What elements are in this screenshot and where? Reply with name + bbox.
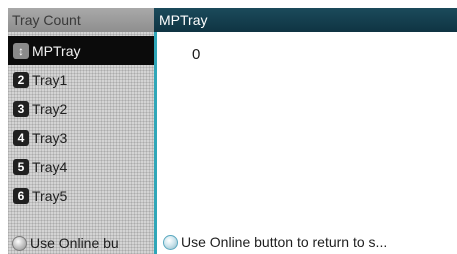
tray-item-label: MPTray xyxy=(32,42,81,59)
up-down-arrow-icon: ↕ xyxy=(13,42,29,59)
panel-title: MPTray xyxy=(154,8,457,32)
tray-list: Tray Count ↕ MPTray 2 Tray1 3 Tray2 4 Tr… xyxy=(8,8,154,254)
tray-item-tray1[interactable]: 2 Tray1 xyxy=(8,65,154,94)
tray-detail-panel: MPTray 0 Use Online button to return to … xyxy=(154,8,457,254)
tray-number-badge: 4 xyxy=(13,129,29,146)
tray-item-label: Tray2 xyxy=(32,100,68,117)
sidebar-status-text: Use Online bu xyxy=(30,235,119,251)
tray-item-tray3[interactable]: 4 Tray3 xyxy=(8,123,154,152)
tray-count-screen: Tray Count ↕ MPTray 2 Tray1 3 Tray2 4 Tr… xyxy=(0,0,457,254)
tray-number-badge: 3 xyxy=(13,100,29,117)
tray-item-label: Tray3 xyxy=(32,129,68,146)
tray-item-tray5[interactable]: 6 Tray5 xyxy=(8,181,154,210)
tray-number-badge: 6 xyxy=(13,187,29,204)
info-dot-icon xyxy=(12,235,27,251)
info-dot-icon xyxy=(163,234,178,250)
tray-item-mptray[interactable]: ↕ MPTray xyxy=(8,36,154,65)
tray-number-badge: 2 xyxy=(13,71,29,88)
tray-item-label: Tray5 xyxy=(32,187,68,204)
sidebar-status-message: Use Online bu xyxy=(8,232,154,254)
tray-count-value: 0 xyxy=(192,46,201,63)
panel-status-message: Use Online button to return to s... xyxy=(154,230,457,254)
tray-item-tray2[interactable]: 3 Tray2 xyxy=(8,94,154,123)
tray-item-tray4[interactable]: 5 Tray4 xyxy=(8,152,154,181)
panel-body: 0 xyxy=(154,32,457,230)
tray-item-label: Tray4 xyxy=(32,158,68,175)
panel-status-text: Use Online button to return to s... xyxy=(181,234,388,250)
tray-number-badge: 5 xyxy=(13,158,29,175)
tray-list-header: Tray Count xyxy=(8,8,154,32)
tray-item-label: Tray1 xyxy=(32,71,68,88)
